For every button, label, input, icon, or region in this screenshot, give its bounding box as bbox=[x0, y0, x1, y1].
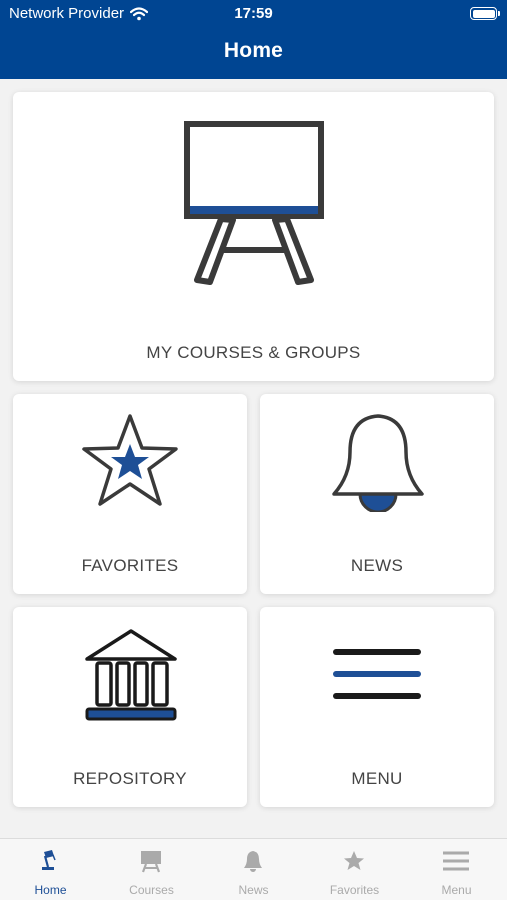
repository-tile-label: REPOSITORY bbox=[73, 769, 187, 788]
repository-tile[interactable]: REPOSITORY bbox=[13, 607, 247, 807]
tab-news-label: News bbox=[238, 883, 269, 897]
menu-tile-label: MENU bbox=[351, 769, 403, 788]
institution-building-icon bbox=[85, 629, 177, 721]
tab-courses[interactable]: Courses bbox=[101, 839, 202, 900]
hamburger-menu-icon bbox=[333, 649, 421, 699]
hamburger-menu-icon bbox=[443, 851, 469, 871]
tab-home[interactable]: Home bbox=[0, 839, 101, 900]
page-title: Home bbox=[223, 39, 284, 62]
bell-icon bbox=[244, 851, 262, 872]
desk-lamp-icon bbox=[42, 850, 56, 870]
bottom-tab-bar: Home Courses News Favorites Menu bbox=[0, 838, 507, 900]
star-icon bbox=[82, 414, 178, 506]
star-icon bbox=[344, 851, 364, 870]
top-header: Network Provider 17:59 Home bbox=[0, 0, 507, 79]
easel-board-icon bbox=[184, 121, 324, 285]
tab-favorites-label: Favorites bbox=[329, 883, 380, 897]
news-tile-label: NEWS bbox=[350, 556, 404, 575]
tab-favorites[interactable]: Favorites bbox=[304, 839, 405, 900]
menu-tile[interactable]: MENU bbox=[260, 607, 494, 807]
tab-menu[interactable]: Menu bbox=[406, 839, 507, 900]
status-time: 17:59 bbox=[234, 5, 273, 22]
favorites-tile-label: FAVORITES bbox=[81, 556, 179, 575]
status-bar: Network Provider 17:59 bbox=[0, 0, 507, 28]
courses-tile[interactable]: MY COURSES & GROUPS bbox=[13, 92, 494, 381]
bell-icon bbox=[332, 414, 424, 512]
tab-menu-label: Menu bbox=[441, 883, 472, 897]
favorites-tile[interactable]: FAVORITES bbox=[13, 394, 247, 594]
battery-icon bbox=[470, 7, 500, 20]
tab-home-label: Home bbox=[34, 883, 67, 897]
easel-board-icon bbox=[141, 851, 161, 873]
courses-tile-label: MY COURSES & GROUPS bbox=[146, 343, 361, 362]
tab-courses-label: Courses bbox=[129, 883, 174, 897]
news-tile[interactable]: NEWS bbox=[260, 394, 494, 594]
tab-news[interactable]: News bbox=[203, 839, 304, 900]
